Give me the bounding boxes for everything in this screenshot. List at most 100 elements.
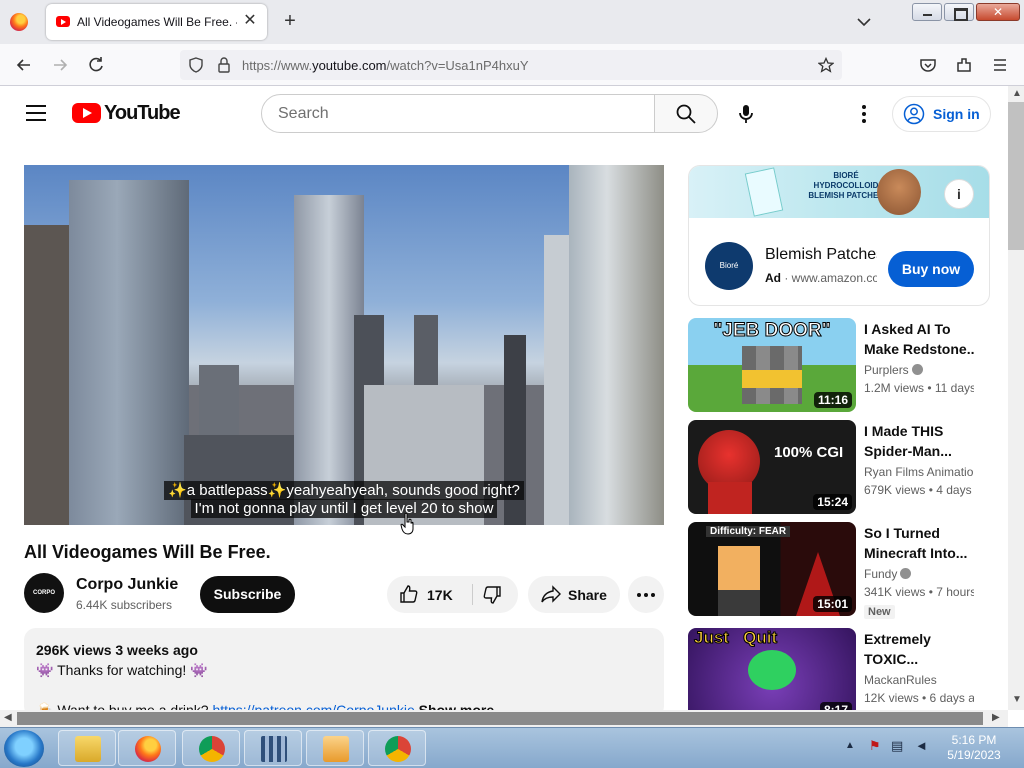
vertical-scrollbar[interactable]: ▲ ▼ [1008,86,1024,710]
start-button-icon[interactable] [4,730,44,767]
chrome-icon [199,736,225,762]
video-title[interactable]: Minecraft Into... [864,543,974,563]
firefox-icon[interactable] [10,13,28,31]
scroll-right-icon[interactable]: ▶ [992,712,1000,723]
caption-line: ✨a battlepass✨yeahyeahyeah, sounds good … [24,481,664,500]
maximize-button[interactable] [944,3,974,21]
video-duration: 11:16 [813,392,852,408]
video-title[interactable]: I Made THIS [864,421,974,441]
info-icon[interactable]: i [944,179,974,209]
video-title[interactable]: Make Redstone... [864,339,974,359]
network-icon[interactable]: ▤ [891,738,903,754]
settings-dots-icon[interactable] [854,102,874,126]
taskbar-chrome[interactable] [368,730,426,766]
recommended-video[interactable]: Difficulty: FEAR 15:01 So I Turned Minec… [688,522,988,619]
video-title[interactable]: So I Turned [864,523,974,543]
taskbar-clock[interactable]: 5:16 PM 5/19/2023 [940,733,1008,763]
browser-nav-bar: https://www.youtube.com/watch?v=Usa1nP4h… [0,44,1024,86]
video-meta: 12K views • 6 days ago [864,691,974,705]
scroll-thumb[interactable] [17,712,983,725]
microphone-icon[interactable] [734,102,758,126]
address-bar[interactable]: https://www.youtube.com/watch?v=Usa1nP4h… [180,50,842,80]
search-input[interactable]: Search [261,94,655,133]
close-window-button[interactable] [976,3,1020,21]
video-title[interactable]: Spider-Man... [864,441,974,461]
shield-icon[interactable] [188,57,204,73]
show-hidden-icons-icon[interactable]: ▲ [845,740,855,751]
scroll-down-icon[interactable]: ▼ [1012,694,1022,705]
recommended-video[interactable]: Just Quit 8:17 Extremely TOXIC... Mackan… [688,628,988,710]
extensions-icon[interactable] [954,55,974,75]
sign-in-button[interactable]: Sign in [892,96,991,132]
verified-icon [911,364,923,375]
share-button[interactable]: Share [528,576,620,613]
description-box[interactable]: 296K views 3 weeks ago 👾 Thanks for watc… [24,628,664,718]
video-title[interactable]: Extremely [864,629,974,649]
recommended-video[interactable]: 100% CGI 15:24 I Made THIS Spider-Man...… [688,420,988,514]
scroll-up-icon[interactable]: ▲ [1012,88,1022,99]
back-arrow-icon[interactable] [14,55,34,75]
recommended-video[interactable]: "JEB DOOR" 11:16 I Asked AI To Make Reds… [688,318,988,412]
bookmark-star-icon[interactable] [818,57,834,73]
close-tab-icon[interactable]: ✕ [241,12,259,30]
channel-avatar[interactable]: CORPO [24,573,64,613]
divider [472,584,473,605]
more-actions-button[interactable] [628,576,664,613]
video-player[interactable]: ✨a battlepass✨yeahyeahyeah, sounds good … [24,165,664,525]
forward-arrow-icon[interactable] [50,55,70,75]
video-meta: 679K views • 4 days ago [864,483,974,497]
video-title[interactable]: I Asked AI To [864,319,974,339]
pocket-icon[interactable] [918,55,938,75]
mouse-cursor-icon [400,513,414,535]
channel-name[interactable]: MackanRules [864,673,974,687]
film-icon [261,736,287,762]
channel-name[interactable]: Purplers [864,363,974,377]
subscribe-button[interactable]: Subscribe [200,576,295,613]
scroll-left-icon[interactable]: ◀ [4,712,12,723]
taskbar-media-player[interactable] [306,730,364,766]
video-thumbnail[interactable]: Just Quit 8:17 [688,628,856,710]
browser-tab[interactable]: All Videogames Will Be Free. - YouTube ✕ [46,4,267,40]
clock-date: 5/19/2023 [947,748,1001,762]
scroll-thumb[interactable] [1008,102,1024,250]
action-center-icon[interactable]: ⚑ [869,738,881,754]
ad-model-image [877,169,921,215]
video-title: All Videogames Will Be Free. [24,542,271,562]
youtube-logo[interactable]: YouTube [72,102,181,124]
taskbar-video-editor[interactable] [244,730,302,766]
taskbar-chrome[interactable] [182,730,240,766]
ad-banner[interactable]: BIORÉ HYDROCOLLOID BLEMISH PATCHES i [689,166,989,218]
reload-icon[interactable] [86,55,106,75]
subscriber-count: 6.44K subscribers [76,598,173,612]
video-duration: 8:17 [819,702,852,710]
guide-menu-icon[interactable] [26,105,46,121]
lock-icon[interactable] [217,57,231,73]
video-thumbnail[interactable]: "JEB DOOR" 11:16 [688,318,856,412]
ad-card[interactable]: BIORÉ HYDROCOLLOID BLEMISH PATCHES i Bio… [688,165,990,306]
media-player-icon [323,736,349,762]
search-button[interactable] [654,94,718,133]
minimize-button[interactable] [912,3,942,21]
video-thumbnail[interactable]: 100% CGI 15:24 [688,420,856,514]
buy-now-button[interactable]: Buy now [888,251,974,287]
window-controls [912,3,1020,21]
like-count[interactable]: 17K [427,587,453,603]
taskbar-explorer[interactable] [58,730,116,766]
channel-name[interactable]: Corpo Junkie [76,576,178,594]
video-thumbnail[interactable]: Difficulty: FEAR 15:01 [688,522,856,616]
chevron-down-icon[interactable] [855,13,873,31]
more-horizontal-icon [637,593,655,597]
taskbar-firefox[interactable] [118,730,176,766]
video-title[interactable]: TOXIC... [864,649,974,669]
new-badge: New [864,605,895,619]
thumbs-up-icon[interactable] [399,584,419,604]
horizontal-scrollbar[interactable]: ◀ ▶ [0,710,1008,727]
channel-name[interactable]: Fundy [864,567,974,581]
youtube-header: YouTube Search Sign in [0,86,1008,142]
volume-muted-icon[interactable]: ◄ [915,738,928,753]
channel-name[interactable]: Ryan Films Animation [864,465,974,479]
thumbs-down-icon[interactable] [482,585,502,605]
new-tab-icon[interactable]: + [280,11,300,31]
menu-icon[interactable] [990,55,1010,75]
account-icon [903,103,925,125]
